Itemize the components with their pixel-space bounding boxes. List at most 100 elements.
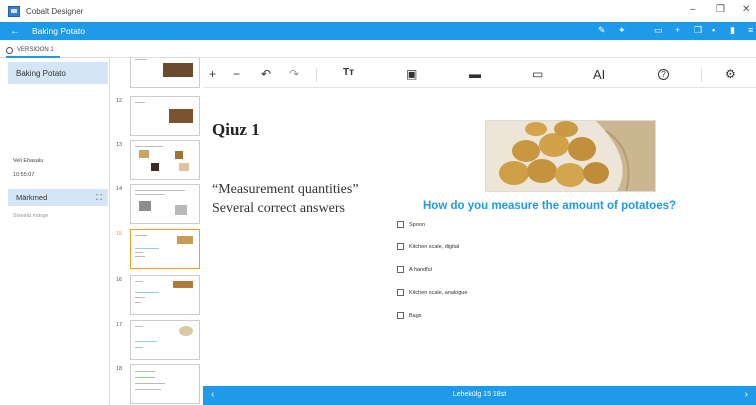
answer-option[interactable]: Spoon [397,221,425,228]
thumbnail-image [173,281,193,288]
thumbnail-text-line [135,59,147,60]
thumbnail-image [179,163,189,171]
brush-icon[interactable]: ✎ [598,25,606,36]
lesson-title-header[interactable]: Baking Potato [8,62,108,84]
answer-label: Bags [409,312,422,319]
slide-number: 17 [116,322,123,328]
thumbnail-text-line [135,302,141,303]
answer-checkbox[interactable] [397,289,404,296]
settings-gear-icon[interactable]: ⚙ [725,67,736,81]
slide-subtitle-line-2[interactable]: Several correct answers [212,201,345,217]
answer-option[interactable]: A handful [397,266,432,273]
slide-number: 13 [116,142,123,148]
slide-thumbnail[interactable] [130,320,200,360]
thumbnail-image [175,205,187,215]
video-tool-button[interactable]: ▬ [469,67,481,81]
thumbnail-image [179,326,193,336]
thumbnail-image [139,201,151,211]
slide-number: 18 [116,366,123,372]
thumbnail-text-line [135,248,159,249]
answer-option[interactable]: Kitchen scale, analogue [397,289,467,296]
slide-title[interactable]: Qiuz 1 [212,120,260,140]
answer-label: A handful [409,266,432,273]
answer-label: Kitchen scale, analogue [409,289,468,296]
answer-checkbox[interactable] [397,266,404,273]
slide-thumbnail[interactable] [130,96,200,136]
answer-option[interactable]: Kitchen scale, digital [397,243,459,250]
close-window-button[interactable]: ✕ [742,4,750,15]
delete-icon[interactable]: ▮ [730,25,735,36]
app-logo-icon [8,5,20,17]
copy-icon[interactable]: ❐ [694,25,702,36]
text-tool-button[interactable]: Tт [343,67,354,78]
thumbnail-text-line [135,292,159,293]
answer-label: Spoon [409,221,425,228]
help-icon[interactable]: ? [658,69,669,80]
answer-checkbox[interactable] [397,312,404,319]
slide-thumbnail-active[interactable] [130,229,200,269]
more-icon[interactable]: ≡ [748,25,753,35]
potatoes-illustration [486,121,655,191]
add-element-button[interactable]: + [209,67,216,81]
thumbnail-image [163,63,193,77]
toolbar-divider [701,68,702,82]
image-tool-button[interactable]: ▣ [406,67,417,81]
slide-thumbnail[interactable] [130,58,200,88]
timestamp: 10:55:07 [13,172,35,178]
thumbnail-text-line [135,347,143,348]
editor-toolbar: + − ↶ ↷ Tт ▣ ▬ ▭ AI ? ⚙ [203,62,756,88]
thumbnail-text-line [135,383,165,384]
potatoes-photo[interactable] [485,120,656,192]
layout-tool-button[interactable]: ▭ [532,67,543,81]
quiz-question[interactable]: How do you measure the amount of potatoe… [423,200,676,212]
redo-button[interactable]: ↷ [289,67,299,81]
slide-number: 12 [116,98,123,104]
slide-thumbnail[interactable] [130,140,200,180]
minimize-button[interactable]: – [690,4,696,15]
slide-number: 15 [116,231,123,237]
thumbnail-text-line [135,377,155,378]
slide-number: 16 [116,277,123,283]
thumbnail-text-line [135,389,161,390]
toolbar-divider [316,68,317,82]
monitor-icon[interactable]: ▭ [654,25,663,36]
notes-header: Märkmed ⛶ [8,189,108,206]
font-size-button[interactable]: AI [593,67,605,82]
answer-option[interactable]: Bags [397,312,422,319]
slide-subtitle-line-1[interactable]: “Measurement quantities” [212,182,359,198]
remove-element-button[interactable]: − [233,67,240,81]
notes-title: Märkmed [16,193,48,202]
pin-icon[interactable]: ✦ [618,25,626,36]
slide-thumbnail[interactable] [130,184,200,224]
slide-thumbnail[interactable] [130,275,200,315]
lesson-info-panel: Baking Potato Veli Ehasalu 10:55:07 Märk… [0,58,110,405]
thumbnail-text-line [135,146,163,147]
slide-thumbnail-list[interactable]: 12 13 14 15 16 17 18 [110,58,203,405]
thumbnail-text-line [135,281,143,282]
back-arrow-icon[interactable]: ← [10,26,20,37]
author-name: Veli Ehasalu [13,158,44,164]
save-icon[interactable]: ▪ [712,25,715,35]
slide-thumbnail[interactable] [130,364,200,404]
notes-input[interactable]: Sisesta märge [13,213,48,219]
thumbnail-image [139,150,149,158]
slide-canvas[interactable]: Qiuz 1 “Measurement quantities” Several … [203,90,756,386]
thumbnail-text-line [135,194,165,195]
thumbnail-text-line [135,252,143,253]
thumbnail-image [177,236,193,244]
undo-button[interactable]: ↶ [261,67,271,81]
answer-label: Kitchen scale, digital [409,243,460,250]
thumbnail-image [169,109,193,123]
thumbnail-image [151,163,159,171]
page-indicator: Lehekülg 15 18st [452,391,507,398]
answer-checkbox[interactable] [397,243,404,250]
maximize-button[interactable]: ❐ [716,4,725,15]
thumbnail-text-line [135,256,145,257]
answer-checkbox[interactable] [397,221,404,228]
expand-icon[interactable]: ⛶ [96,193,102,203]
document-title: Baking Potato [32,26,85,36]
plus-icon[interactable]: + [675,25,680,35]
next-slide-button[interactable]: › [745,389,748,400]
thumbnail-text-line [135,235,147,236]
thumbnail-text-line [135,297,145,298]
